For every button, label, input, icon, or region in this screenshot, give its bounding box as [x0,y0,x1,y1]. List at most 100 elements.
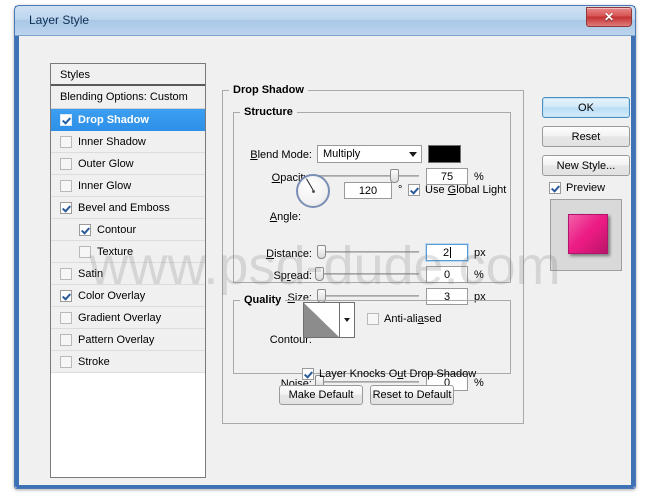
opacity-value: 75 [440,170,454,183]
ok-button[interactable]: OK [542,97,630,118]
style-item-checkbox[interactable] [60,135,72,148]
style-item-drop-shadow[interactable]: Drop Shadow [51,109,205,131]
style-item-checkbox[interactable] [60,267,72,280]
style-item-label: Satin [78,267,104,280]
opacity-slider-track [319,175,419,177]
distance-slider-track [319,251,419,253]
use-global-light-row[interactable]: Use Global Light [408,184,506,196]
blending-options-row[interactable]: Blending Options: Custom [51,86,205,109]
window-title: Layer Style [29,13,90,27]
opacity-slider-thumb[interactable] [390,169,399,183]
quality-group-title: Quality [244,294,282,306]
close-icon: ✕ [603,10,615,24]
text-cursor [450,247,452,258]
style-item-checkbox[interactable] [60,289,72,302]
distance-slider[interactable] [317,245,419,259]
anti-aliased-row[interactable]: Anti-aliased [367,313,442,325]
spread-slider-track [319,273,419,275]
style-item-inner-glow[interactable]: Inner Glow [51,175,205,197]
style-item-label: Bevel and Emboss [78,201,170,214]
use-global-light-checkbox[interactable] [408,184,420,196]
close-button[interactable]: ✕ [586,7,632,27]
chevron-down-icon [405,151,421,157]
structure-group-title: Structure [244,106,293,118]
reset-button[interactable]: Reset [542,126,630,147]
anti-aliased-checkbox[interactable] [367,313,379,325]
style-item-stroke[interactable]: Stroke [51,351,205,373]
preview-checkbox[interactable] [549,182,561,194]
angle-dial[interactable] [296,174,330,208]
drop-shadow-group-title: Drop Shadow [233,84,304,96]
spread-input[interactable]: 0 [426,266,468,283]
new-style-button[interactable]: New Style... [542,155,630,176]
style-item-checkbox[interactable] [60,201,72,214]
spread-slider-thumb[interactable] [315,267,324,281]
blend-mode-label: Blend Mode: [250,149,312,161]
layer-knockout-checkbox[interactable] [302,368,314,380]
style-item-gradient-overlay[interactable]: Gradient Overlay [51,307,205,329]
opacity-slider[interactable] [319,169,419,183]
dialog-body: Styles Blending Options: Custom Drop Sha… [19,36,631,485]
preview-label: Preview [566,182,606,194]
style-item-checkbox[interactable] [60,179,72,192]
style-item-checkbox[interactable] [60,355,72,368]
angle-unit: ° [398,184,403,196]
style-item-inner-shadow[interactable]: Inner Shadow [51,131,205,153]
style-item-label: Inner Glow [78,179,132,192]
style-item-contour[interactable]: Contour [51,219,205,241]
distance-value: 2 [442,246,450,259]
style-item-label: Pattern Overlay [78,333,155,346]
blend-mode-value: Multiply [323,148,361,160]
style-item-checkbox[interactable] [79,245,91,258]
style-item-outer-glow[interactable]: Outer Glow [51,153,205,175]
styles-list: Drop Shadow Inner Shadow Outer Glow Inner G… [51,109,205,373]
style-item-label: Gradient Overlay [78,311,162,324]
reset-to-default-button[interactable]: Reset to Default [370,385,454,405]
style-item-checkbox[interactable] [60,311,72,324]
quality-group: Quality Contour: Noise: 0 % [233,294,511,391]
style-item-label: Inner Shadow [78,135,146,148]
contour-preset-picker[interactable] [303,302,355,338]
make-default-button[interactable]: Make Default [279,385,363,405]
distance-unit: px [474,247,486,259]
contour-label: Contour: [269,334,312,346]
anti-aliased-label: Anti-aliased [384,313,442,325]
spread-value: 0 [443,268,451,281]
spread-unit: % [474,269,484,281]
spread-label: Spread: [273,270,312,282]
shadow-color-swatch[interactable] [428,145,461,163]
style-item-checkbox[interactable] [60,113,72,126]
style-item-checkbox[interactable] [60,157,72,170]
blend-mode-dropdown[interactable]: Multiply [317,145,422,163]
distance-input[interactable]: 2 [426,244,468,261]
distance-label: Distance: [266,248,312,260]
style-item-texture[interactable]: Texture [51,241,205,263]
style-item-satin[interactable]: Satin [51,263,205,285]
layer-style-dialog: Layer Style ✕ Styles Blending Options: C… [14,5,636,489]
contour-curve-icon [304,303,339,337]
blend-mode-label-rest: lend Mode: [257,149,312,161]
style-item-pattern-overlay[interactable]: Pattern Overlay [51,329,205,351]
preview-shape [568,214,608,254]
style-item-checkbox[interactable] [60,333,72,346]
angle-value: 120 [358,184,378,197]
styles-header: Styles [51,64,205,86]
spread-slider[interactable] [315,267,419,281]
style-item-label: Color Overlay [78,289,146,302]
style-item-color-overlay[interactable]: Color Overlay [51,285,205,307]
preview-checkbox-row[interactable]: Preview [549,182,605,194]
style-item-label: Drop Shadow [78,113,149,126]
angle-input[interactable]: 120 [344,182,392,199]
style-item-label: Texture [97,245,134,258]
styles-list-panel: Styles Blending Options: Custom Drop Sha… [50,63,206,478]
style-item-label: Contour [97,223,137,236]
opacity-input[interactable]: 75 [426,168,468,185]
layer-knockout-row[interactable]: Layer Knocks Out Drop Shadow [302,368,476,380]
style-item-label: Stroke [78,355,110,368]
preview-thumbnail [550,199,622,271]
style-item-checkbox[interactable] [79,223,91,236]
style-item-bevel-and-emboss[interactable]: Bevel and Emboss [51,197,205,219]
title-bar: Layer Style ✕ [15,6,635,36]
distance-slider-thumb[interactable] [317,245,326,259]
use-global-light-label: Use Global Light [425,184,507,196]
